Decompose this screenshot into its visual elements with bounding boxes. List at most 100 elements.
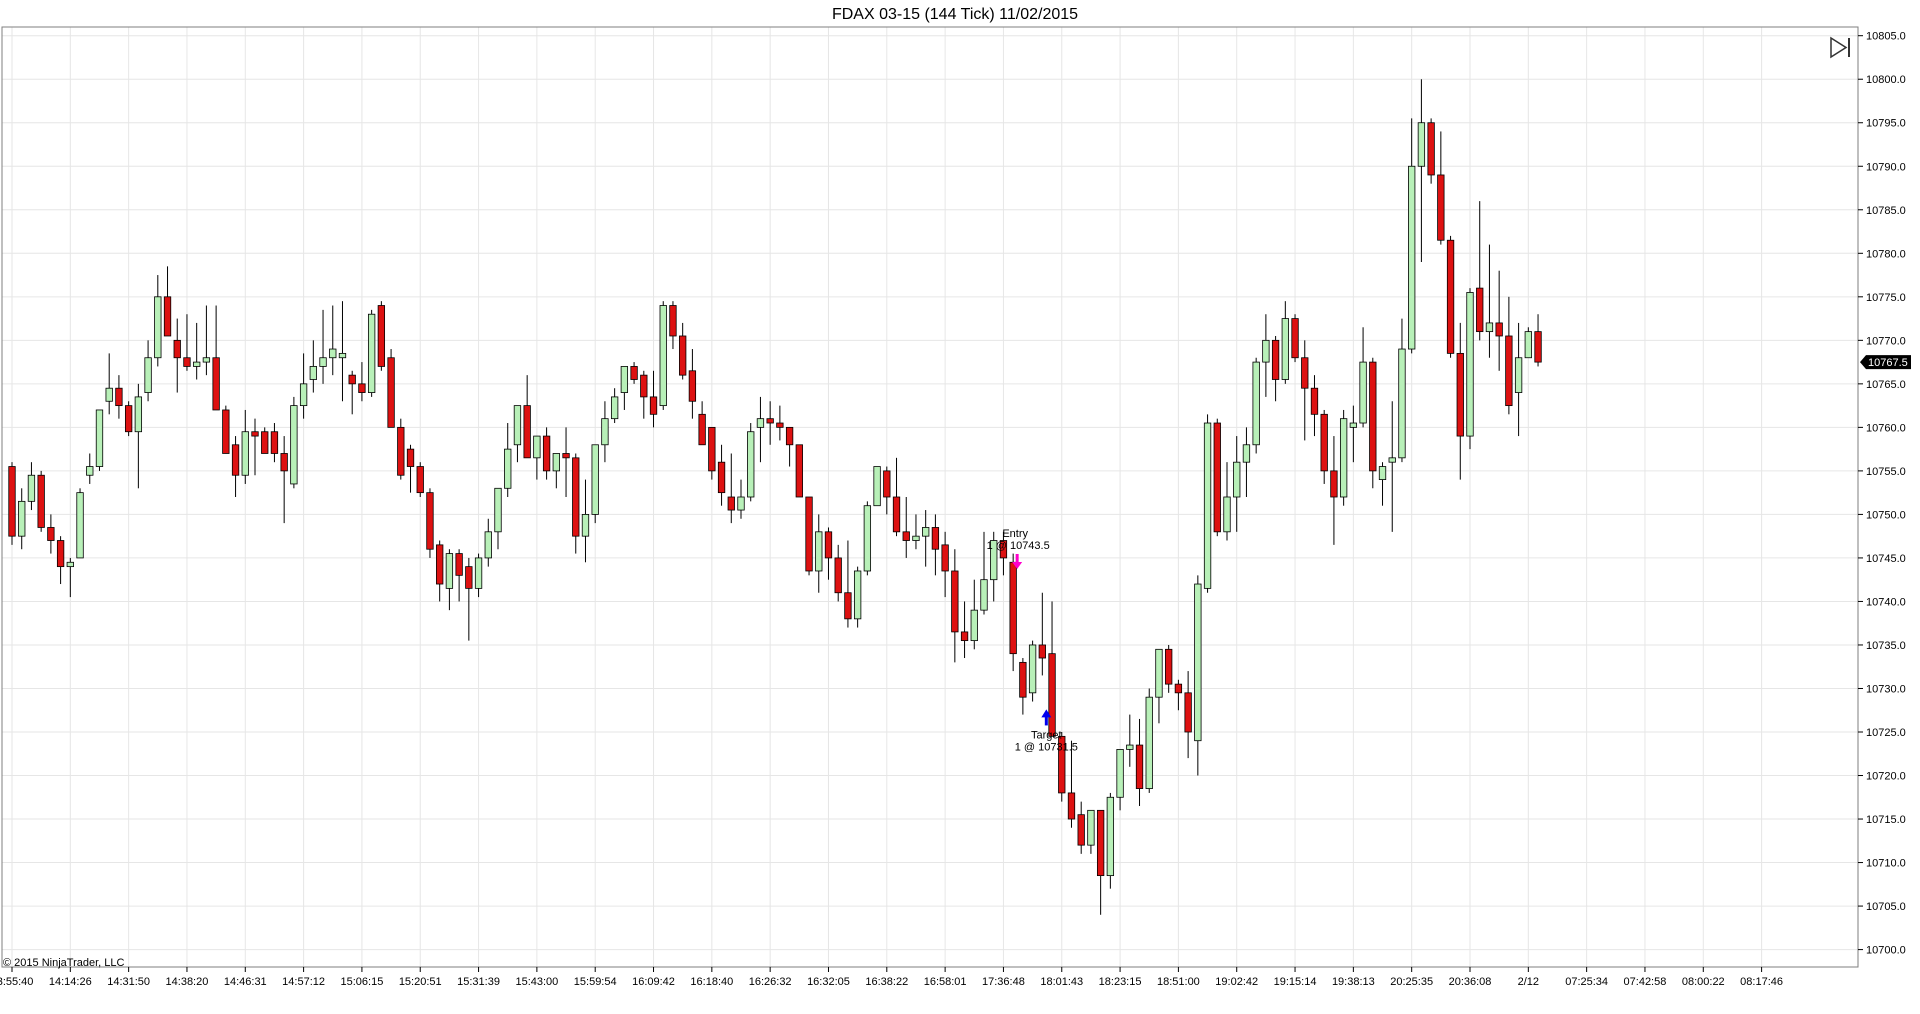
candle — [1476, 201, 1484, 341]
candle — [1262, 314, 1270, 397]
candle-body — [523, 405, 531, 459]
candle-body — [348, 374, 356, 385]
candle — [358, 362, 366, 402]
candle-body — [1330, 470, 1338, 498]
candle — [309, 340, 317, 393]
candle-body — [941, 544, 949, 572]
candle — [1291, 314, 1299, 363]
candle-body — [591, 444, 599, 515]
candle-body — [601, 418, 609, 446]
candle — [970, 579, 978, 650]
candle-body — [1048, 653, 1056, 737]
candle-body — [1213, 422, 1221, 533]
candle — [1194, 575, 1202, 776]
candle-body — [47, 527, 55, 541]
candle — [134, 383, 143, 489]
y-tick-label: 10760.0 — [1866, 422, 1906, 434]
last-price-tag: 10767.5 — [1860, 355, 1911, 370]
candle-body — [717, 461, 726, 494]
x-tick-label: 15:20:51 — [399, 976, 442, 988]
candle-body — [241, 431, 249, 476]
candle — [562, 427, 570, 497]
candle — [931, 514, 940, 576]
candle — [436, 540, 444, 602]
candle — [1165, 644, 1173, 693]
candle-body — [1291, 318, 1299, 359]
skip-to-end-icon[interactable] — [1830, 36, 1850, 59]
candle-body — [299, 383, 308, 407]
x-tick-label: 18:23:15 — [1099, 976, 1142, 988]
target-label: Target — [1031, 729, 1062, 741]
y-tick-label: 10700.0 — [1866, 945, 1906, 957]
candle-body — [1184, 692, 1192, 733]
candle — [659, 301, 667, 410]
candle — [649, 370, 658, 428]
candle — [319, 309, 327, 384]
candle-body — [1194, 583, 1202, 742]
candle-body — [1155, 648, 1163, 698]
candle — [465, 557, 473, 641]
y-tick-label: 10790.0 — [1866, 161, 1906, 173]
candle — [1369, 357, 1377, 489]
candle — [1223, 462, 1231, 541]
x-tick-label: 16:09:42 — [632, 976, 675, 988]
candle-body — [1223, 496, 1231, 533]
candle-body — [163, 296, 172, 337]
candle-body — [329, 348, 337, 359]
candlestick-chart[interactable]: FDAX 03-15 (144 Tick) 11/02/2015 Entry1 … — [0, 0, 1920, 1014]
candle — [688, 349, 697, 419]
candle-body — [970, 609, 978, 642]
x-tick-label: 19:15:14 — [1274, 976, 1317, 988]
candle — [853, 566, 862, 628]
candle-body — [183, 357, 191, 367]
candle-body — [358, 383, 366, 393]
candle-body — [465, 566, 473, 589]
candle — [231, 436, 240, 497]
candle — [1067, 740, 1076, 828]
candle — [960, 601, 969, 659]
candle — [776, 405, 784, 441]
candle-body — [1126, 744, 1134, 750]
candle-body — [1242, 444, 1251, 463]
candle — [1145, 688, 1153, 793]
x-tick-label: 14:31:50 — [107, 976, 150, 988]
candle-body — [1495, 322, 1503, 337]
candle-body — [552, 453, 560, 472]
y-tick-label: 10740.0 — [1866, 596, 1906, 608]
x-tick-label: 16:32:05 — [807, 976, 850, 988]
candle — [455, 549, 463, 602]
y-tick-label: 10735.0 — [1866, 640, 1906, 652]
x-tick-label: 16:38:22 — [865, 976, 908, 988]
candle-body — [1145, 696, 1153, 789]
candle-body — [649, 396, 658, 415]
candle — [941, 531, 949, 598]
candle-body — [1038, 644, 1046, 659]
candle-body — [698, 413, 706, 446]
candle — [1184, 671, 1192, 759]
candle-body — [95, 409, 104, 467]
candle — [1077, 801, 1085, 854]
candle — [785, 426, 794, 467]
candle-body — [1534, 331, 1542, 363]
candle-body — [630, 366, 638, 380]
candle — [193, 322, 201, 380]
x-tick-label: 07:42:58 — [1624, 976, 1667, 988]
candle — [95, 409, 104, 471]
x-tick-label: 14:46:31 — [224, 976, 267, 988]
candle — [76, 488, 84, 559]
candle — [591, 444, 599, 524]
candle-body — [1320, 413, 1328, 472]
candle-body — [581, 514, 590, 537]
y-tick-label: 10710.0 — [1866, 858, 1906, 870]
candle — [1505, 296, 1513, 415]
candle-body — [902, 531, 910, 541]
candle-body — [1524, 331, 1532, 359]
candle — [115, 375, 123, 419]
candle — [183, 314, 191, 371]
candle-body — [1233, 461, 1241, 498]
candle — [1009, 553, 1017, 672]
candle — [1233, 436, 1241, 532]
candle — [834, 544, 842, 602]
x-tick-label: 16:58:01 — [924, 976, 967, 988]
y-tick-label: 10745.0 — [1866, 553, 1906, 565]
